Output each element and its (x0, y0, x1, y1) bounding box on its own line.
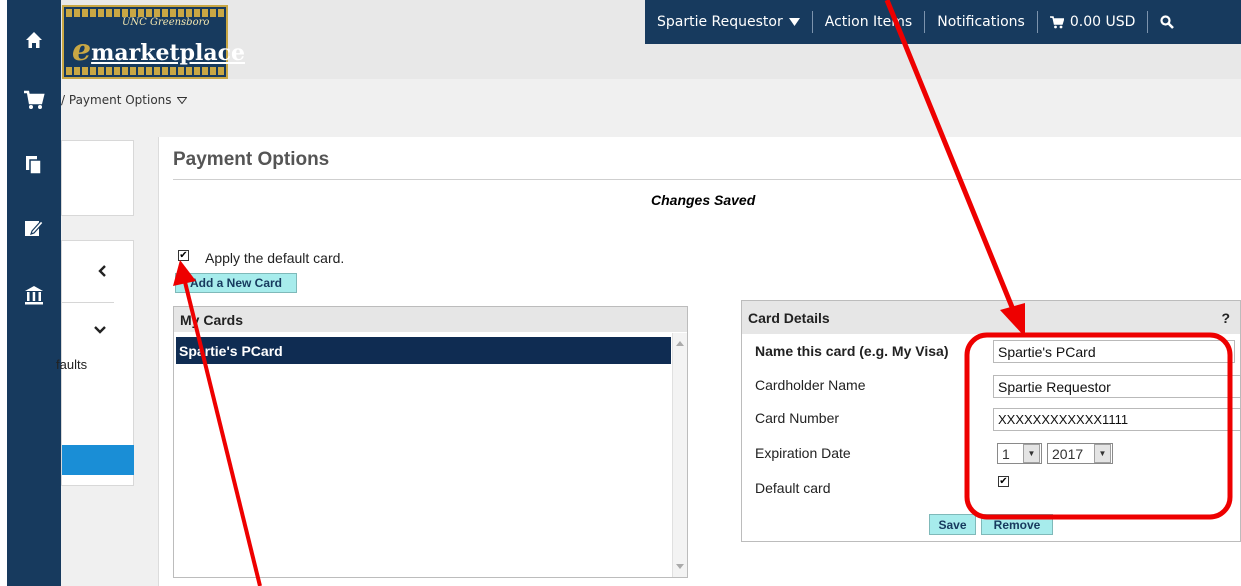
annotation-highlight-box (964, 332, 1233, 520)
annotation-arrowhead (173, 260, 196, 286)
annotation-arrow-line (884, 0, 1017, 313)
annotation-arrowhead (1000, 303, 1025, 337)
annotation-arrow-line (183, 281, 262, 586)
annotation-overlay (173, 0, 1233, 586)
